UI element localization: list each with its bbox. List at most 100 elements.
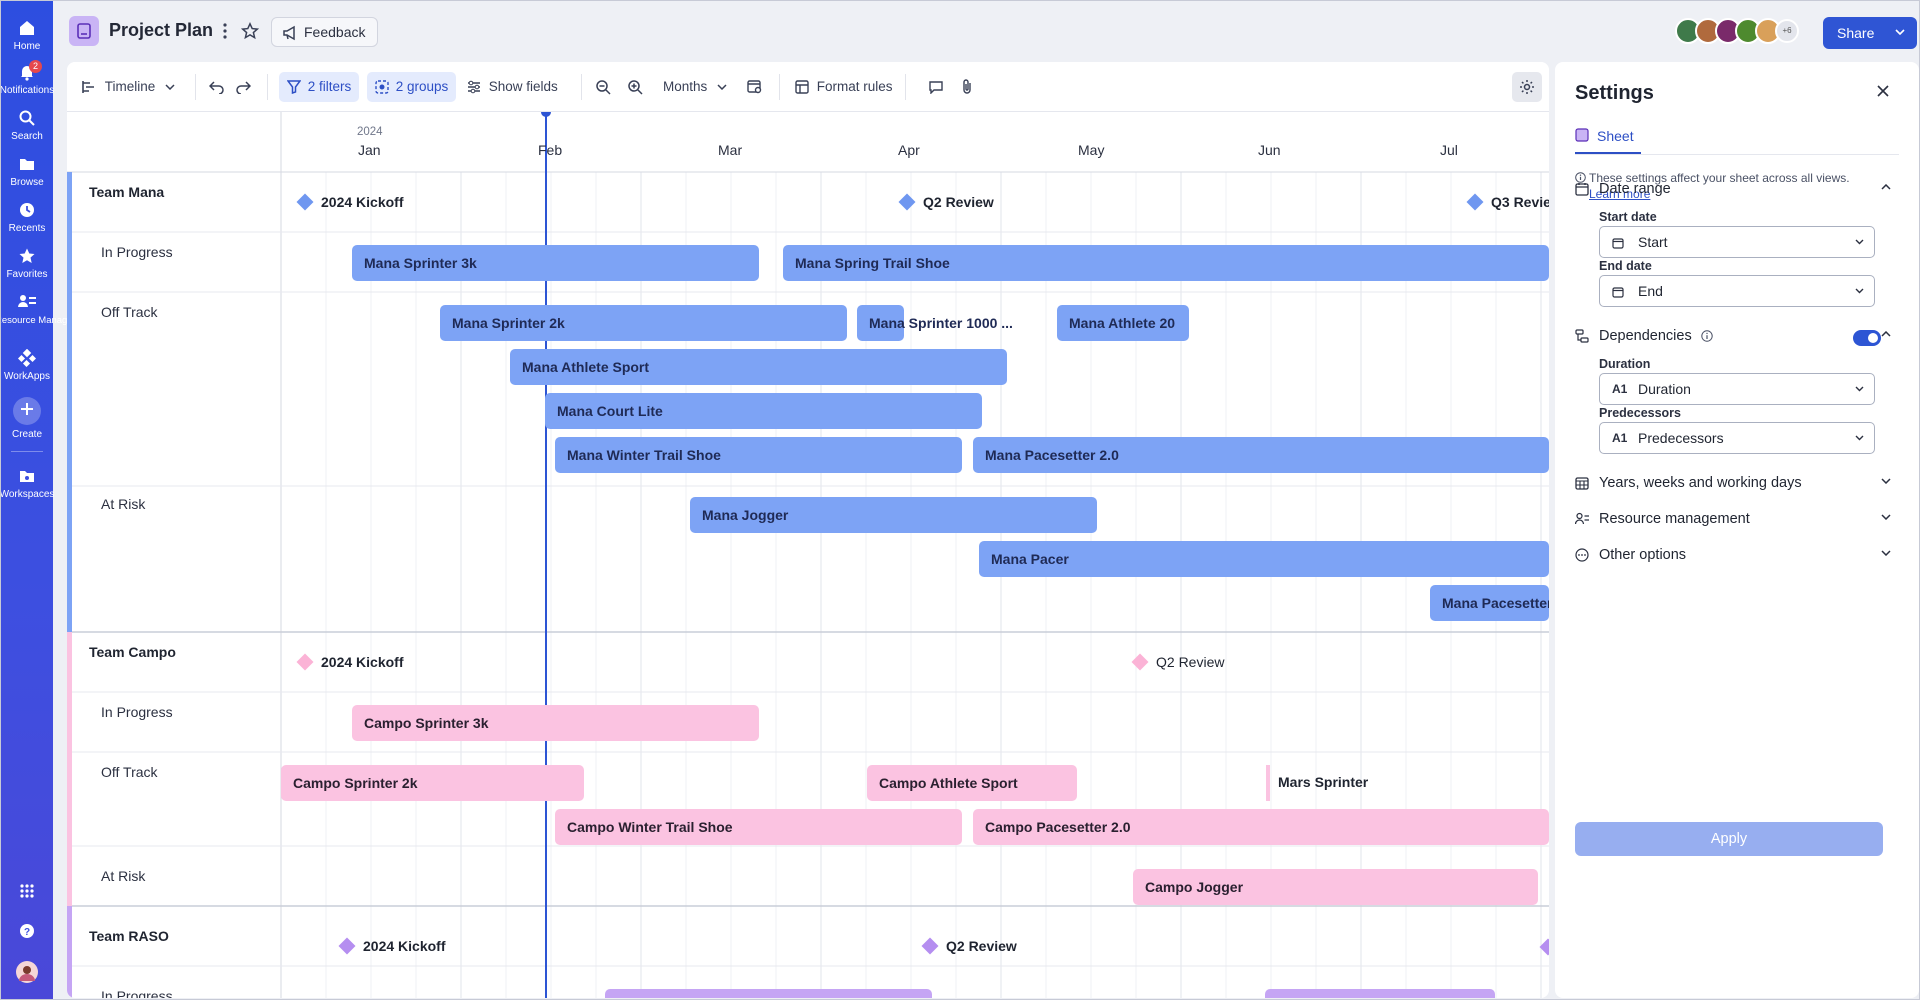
- format-rules-button[interactable]: Format rules: [795, 72, 893, 102]
- task-label[interactable]: Mars Sprinter: [1278, 774, 1368, 790]
- apply-button[interactable]: Apply: [1575, 822, 1883, 856]
- timescale-dropdown[interactable]: Months: [663, 72, 727, 102]
- task-bar[interactable]: Mana Sprinter 2k: [440, 305, 847, 341]
- task-bar[interactable]: Mana Pacer: [979, 541, 1549, 577]
- paperclip-icon: [963, 79, 971, 95]
- megaphone-icon: [283, 25, 295, 41]
- folder-icon: [20, 159, 34, 170]
- task-bar[interactable]: Mana Pacesetter: [1430, 585, 1549, 621]
- task-bar[interactable]: Mana Sprinter 3k: [352, 245, 759, 281]
- filters-button[interactable]: 2 filters: [279, 72, 360, 102]
- task-bar[interactable]: Mana Jogger: [690, 497, 1097, 533]
- task-bar[interactable]: Mana Spring Trail Shoe: [783, 245, 1549, 281]
- task-bar[interactable]: Campo Jogger: [1133, 869, 1538, 905]
- share-button[interactable]: Share: [1823, 17, 1917, 49]
- info-icon[interactable]: [1701, 330, 1713, 342]
- task-bar[interactable]: Campo Sprinter 2k: [281, 765, 584, 801]
- chevron-down-icon: [1881, 514, 1891, 520]
- sheet-icon: [1575, 128, 1589, 142]
- group-icon: [375, 80, 389, 95]
- years-weeks-section[interactable]: Years, weeks and working days: [1575, 472, 1899, 496]
- more-options-icon[interactable]: [223, 23, 227, 44]
- user-avatar[interactable]: [1, 961, 53, 987]
- view-settings-button[interactable]: [1512, 72, 1542, 102]
- task-bar[interactable]: [605, 989, 932, 998]
- attachments-button[interactable]: [961, 72, 973, 102]
- milestone[interactable]: Q2 Review: [898, 193, 994, 211]
- nav-search[interactable]: Search: [1, 109, 53, 142]
- group-label[interactable]: Team RASO: [89, 928, 169, 944]
- notification-count-badge: 2: [29, 60, 42, 73]
- people-icon: [1575, 512, 1589, 525]
- jump-to-today-button[interactable]: [747, 72, 763, 102]
- nav-home[interactable]: Home: [1, 19, 53, 52]
- calendar-icon: [1612, 227, 1624, 257]
- task-bar[interactable]: Mana Pacesetter 2.0: [973, 437, 1549, 473]
- show-fields-button[interactable]: Show fields: [467, 72, 558, 102]
- dependencies-section[interactable]: Dependencies: [1575, 325, 1899, 349]
- nav-notifications[interactable]: 2 Notifications: [1, 60, 54, 96]
- undo-button[interactable]: [208, 72, 225, 102]
- app-header: Project Plan Feedback +6 Share: [53, 1, 1919, 61]
- zoom-out-button[interactable]: [595, 72, 611, 102]
- calendar-icon: [1612, 276, 1624, 306]
- close-icon[interactable]: [1877, 84, 1889, 102]
- help-button[interactable]: ?: [1, 923, 53, 943]
- zoom-in-button[interactable]: [627, 72, 643, 102]
- dependencies-toggle[interactable]: [1853, 330, 1881, 346]
- milestone[interactable]: Q3 Review: [1466, 193, 1549, 211]
- milestone[interactable]: Q2 Review: [921, 937, 1017, 955]
- feedback-button[interactable]: Feedback: [271, 17, 379, 47]
- redo-button[interactable]: [235, 72, 252, 102]
- apps-grid-button[interactable]: [1, 883, 53, 903]
- task-bar[interactable]: Mana Athlete Sport: [510, 349, 1007, 385]
- task-bar[interactable]: Campo Winter Trail Shoe: [555, 809, 962, 845]
- nav-workapps[interactable]: WorkApps: [1, 349, 53, 382]
- nav-favorites[interactable]: Favorites: [1, 247, 53, 280]
- tab-sheet[interactable]: Sheet: [1575, 126, 1634, 152]
- task-bar[interactable]: Campo Pacesetter 2.0: [973, 809, 1549, 845]
- milestone[interactable]: 2024 Kickoff: [338, 937, 445, 955]
- milestone[interactable]: Q2 Review: [1131, 653, 1224, 671]
- task-bar[interactable]: Mana Athlete 20: [1057, 305, 1189, 341]
- group-label[interactable]: Team Campo: [89, 644, 176, 660]
- milestone[interactable]: 2024 Kickoff: [296, 193, 403, 211]
- predecessors-select[interactable]: A1 Predecessors: [1599, 422, 1875, 454]
- other-options-section[interactable]: Other options: [1575, 544, 1899, 568]
- text-column-icon: A1: [1612, 382, 1628, 396]
- nav-workspaces[interactable]: Workspaces: [1, 467, 54, 500]
- group-label[interactable]: Team Mana: [89, 184, 164, 200]
- date-range-section[interactable]: Date range: [1575, 178, 1899, 202]
- milestone[interactable]: 2024 Kickoff: [296, 653, 403, 671]
- sheet-title[interactable]: Project Plan: [109, 20, 213, 41]
- task-bar[interactable]: Mana Court Lite: [545, 393, 982, 429]
- start-date-select[interactable]: Start: [1599, 226, 1875, 258]
- nav-recents[interactable]: Recents: [1, 201, 53, 234]
- timeline-panel: Timeline 2 filters 2 groups Show fields …: [67, 62, 1549, 998]
- clock-icon: [20, 203, 34, 217]
- nav-browse[interactable]: Browse: [1, 155, 53, 188]
- more-avatars-count: +6: [1775, 19, 1799, 43]
- group-color-strip: [67, 632, 72, 906]
- diamond-icon: [296, 193, 314, 211]
- avatar-icon: [16, 961, 38, 983]
- milestone-marker[interactable]: [1266, 765, 1270, 801]
- group-color-strip: [67, 172, 72, 632]
- groups-button[interactable]: 2 groups: [367, 72, 457, 102]
- task-bar[interactable]: [1265, 989, 1495, 998]
- nav-resource-management[interactable]: Resource Management: [1, 293, 94, 326]
- comments-button[interactable]: [929, 72, 943, 102]
- nav-create[interactable]: Create: [1, 397, 53, 440]
- end-date-select[interactable]: End: [1599, 275, 1875, 307]
- task-bar[interactable]: Campo Athlete Sport: [867, 765, 1077, 801]
- diamond-icon: [296, 653, 314, 671]
- task-bar[interactable]: Mana Sprinter 1000 ...: [857, 305, 1013, 341]
- task-bar[interactable]: Campo Sprinter 3k: [352, 705, 759, 741]
- task-bar[interactable]: Mana Winter Trail Shoe: [555, 437, 962, 473]
- workspace-icon: [20, 471, 34, 482]
- month-label: Jul: [1440, 142, 1458, 158]
- duration-select[interactable]: A1 Duration: [1599, 373, 1875, 405]
- favorite-star-icon[interactable]: [240, 21, 260, 45]
- resource-management-section[interactable]: Resource management: [1575, 508, 1899, 532]
- view-switcher[interactable]: Timeline: [81, 72, 175, 102]
